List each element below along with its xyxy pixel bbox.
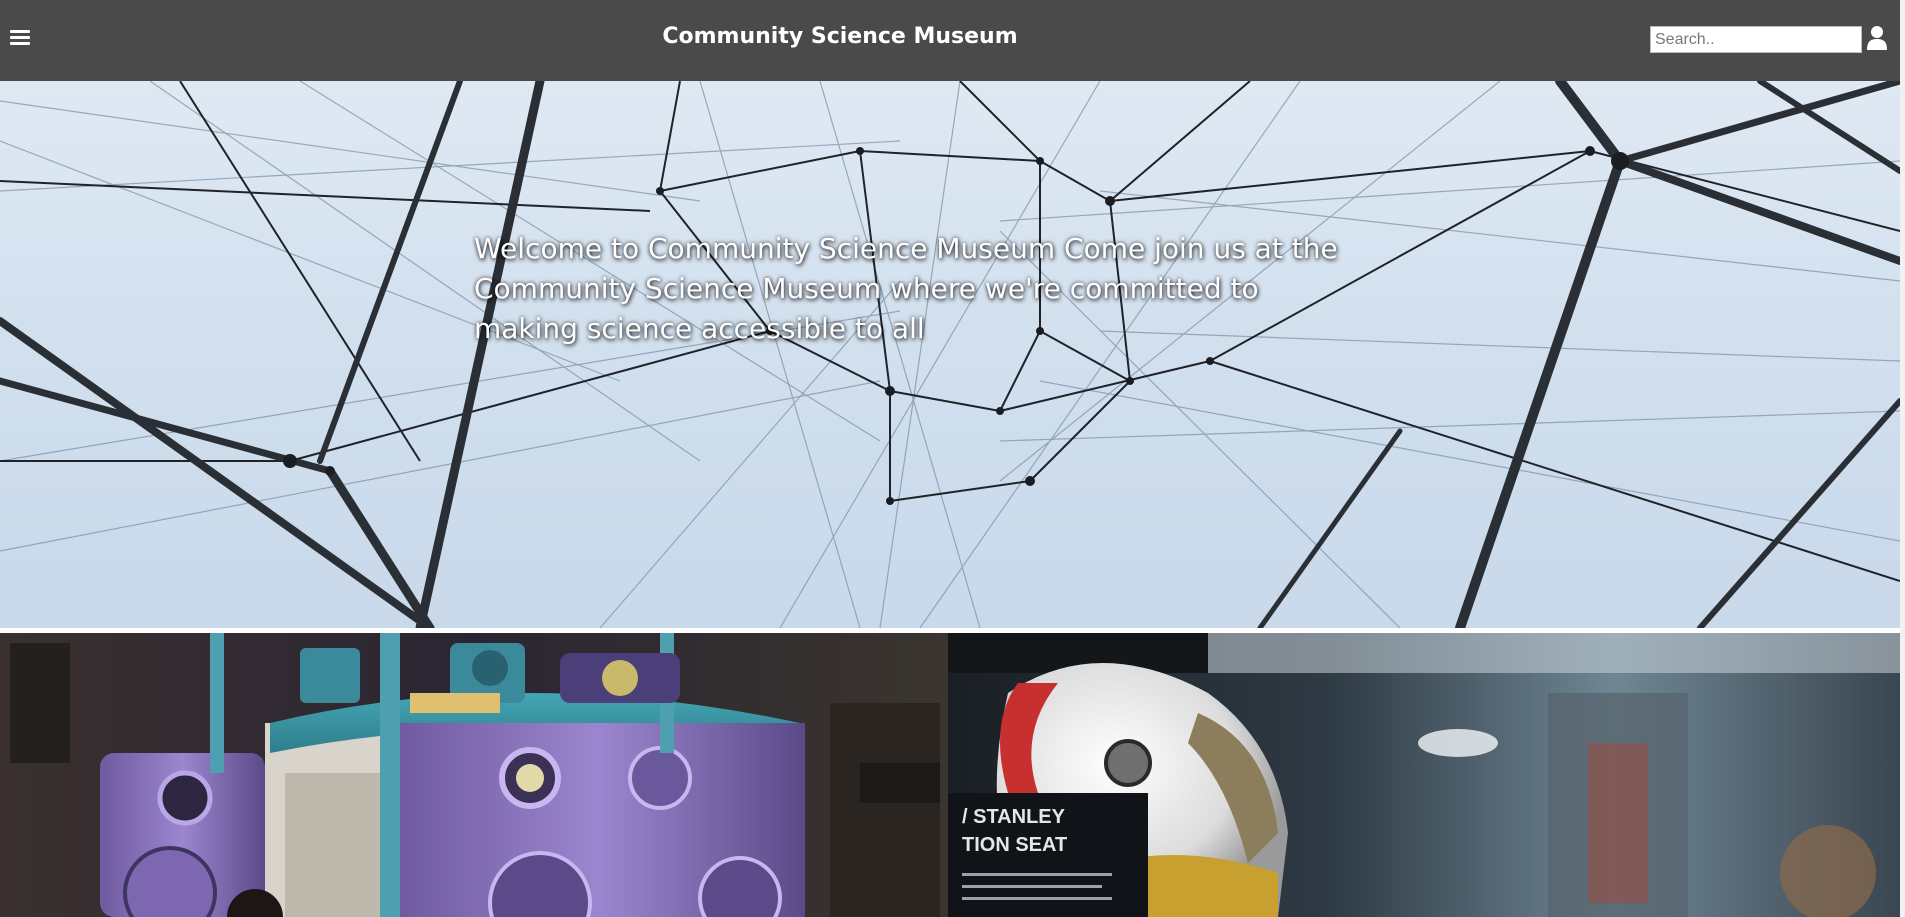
exhibit-sign-line-2: TION SEAT: [962, 834, 1067, 856]
search-input[interactable]: [1650, 26, 1862, 53]
top-navigation-bar: Community Science Museum: [0, 0, 1900, 81]
user-icon[interactable]: [1866, 25, 1888, 51]
exhibit-sign-line-1: / STANLEY: [962, 806, 1066, 828]
astronaut-helmet-image: / STANLEY TION SEAT: [948, 633, 1900, 917]
site-title: Community Science Museum: [662, 24, 1018, 49]
page-scrollbar[interactable]: [1900, 0, 1905, 917]
feature-tile-space-exhibit[interactable]: / STANLEY TION SEAT: [948, 633, 1900, 917]
hero-welcome-text: Welcome to Community Science Museum Come…: [474, 232, 1338, 345]
hero-banner: Welcome to Community Science Museum Come…: [0, 81, 1900, 628]
vacuum-chamber-image: [0, 633, 948, 917]
string-network-image: [0, 81, 1900, 628]
page: Community Science Museum Search.. Welcom…: [0, 0, 1905, 917]
feature-tile-machinery[interactable]: [0, 633, 948, 917]
